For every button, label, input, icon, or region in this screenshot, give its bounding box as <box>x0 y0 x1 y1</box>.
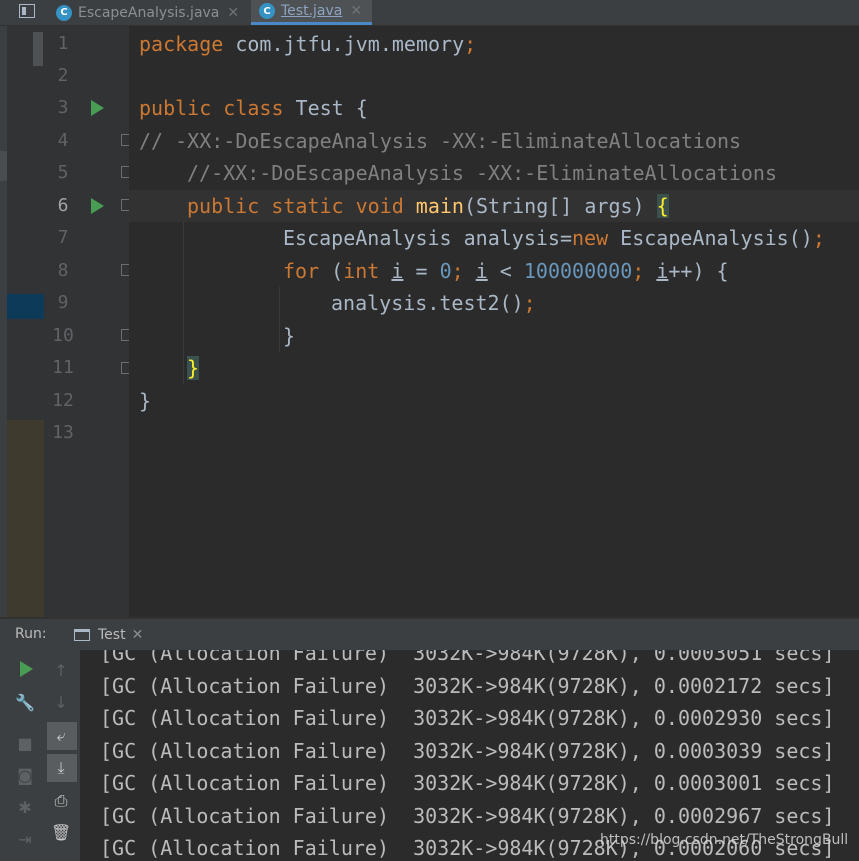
editor-gutter: 1 2 3 4 5 6 7 8 9 10 11 12 13 <box>7 26 133 617</box>
console-line: [GC (Allocation Failure) 3032K->984K(972… <box>100 804 835 828</box>
java-class-icon: C <box>56 4 72 21</box>
line-number-current: 6 <box>57 195 69 216</box>
console-line: [GC (Allocation Failure) 3032K->984K(972… <box>100 706 835 730</box>
matched-brace: } <box>187 356 200 380</box>
stop-icon[interactable]: ■ <box>15 734 35 754</box>
line-number: 1 <box>57 33 69 54</box>
line-number: 5 <box>57 162 69 183</box>
run-label: Run: <box>15 626 47 642</box>
print-icon[interactable]: ⎙ <box>51 791 71 811</box>
close-icon[interactable]: ✕ <box>227 5 239 21</box>
watermark: https://blog.csdn.net/TheStrongBull <box>600 832 849 848</box>
scrollbar-thumb[interactable] <box>33 32 43 66</box>
code-line-9: analysis.test2(); <box>331 291 536 315</box>
code-line-5: //-XX:-DoEscapeAnalysis -XX:-EliminateAl… <box>187 161 778 185</box>
line-number: 10 <box>52 325 74 346</box>
code-line-8: for (int i = 0; i < 100000000; i++) { <box>283 259 729 283</box>
code-line-10: } <box>283 324 296 348</box>
exit-icon[interactable]: ⇥ <box>15 830 35 850</box>
line-number: 3 <box>57 97 69 118</box>
trash-icon[interactable]: 🗑 <box>51 823 71 843</box>
code-line-7: EscapeAnalysis analysis=new EscapeAnalys… <box>283 226 825 250</box>
run-tab-label: Test <box>98 626 126 643</box>
line-number: 13 <box>52 422 74 443</box>
code-editor[interactable]: package com.jtfu.jvm.memory; public clas… <box>129 26 859 617</box>
arrow-down-icon[interactable]: ↓ <box>51 693 71 713</box>
tab-test[interactable]: C Test.java ✕ <box>251 0 372 25</box>
gutter-band <box>7 420 44 617</box>
line-number: 8 <box>57 260 69 281</box>
run-class-icon[interactable] <box>91 100 104 116</box>
console-icon <box>74 628 90 641</box>
run-toolbar: 🔧 ■ ◙ ✱ ⇥ <box>7 650 45 861</box>
line-number: 7 <box>57 227 69 248</box>
tab-label: EscapeAnalysis.java <box>78 4 220 21</box>
code-line-6: public static void main(String[] args) { <box>187 194 669 218</box>
scroll-to-end-icon: ⤓ <box>57 758 65 777</box>
line-number: 9 <box>57 292 69 313</box>
run-panel-header: Run: Test ✕ <box>0 619 859 650</box>
console-line: [GC (Allocation Failure) 3032K->984K(972… <box>100 739 835 763</box>
indent-guide <box>183 222 184 384</box>
java-class-icon: C <box>259 3 275 19</box>
gear-icon[interactable]: ✱ <box>15 798 35 818</box>
code-line-3: public class Test { <box>139 96 368 120</box>
console-output[interactable]: [GC (Allocation Failure) 3032K->984K(972… <box>80 650 859 861</box>
line-number: 4 <box>57 130 69 151</box>
code-line-11: } <box>187 352 200 384</box>
run-main-icon[interactable] <box>91 198 104 214</box>
line-number: 11 <box>52 357 74 378</box>
console-line: [GC (Allocation Failure) 3032K->984K(972… <box>100 771 835 795</box>
indent-guide <box>279 287 280 352</box>
wrench-icon[interactable]: 🔧 <box>15 693 35 713</box>
line-number: 12 <box>52 390 74 411</box>
arrow-up-icon[interactable]: ↑ <box>51 661 71 681</box>
camera-icon[interactable]: ◙ <box>15 766 35 786</box>
code-line-4: // -XX:-DoEscapeAnalysis -XX:-EliminateA… <box>139 129 742 153</box>
left-tool-strip <box>0 26 7 861</box>
close-icon[interactable]: ✕ <box>132 627 144 643</box>
tab-escapeanalysis[interactable]: C EscapeAnalysis.java ✕ <box>56 0 239 25</box>
tab-label: Test.java <box>281 3 343 19</box>
close-icon[interactable]: ✕ <box>350 3 362 19</box>
code-line-12: } <box>139 389 152 413</box>
console-toolbar: ↑ ↓ ⤶ ⤓ ⎙ 🗑 <box>45 650 80 861</box>
project-panel-icon[interactable] <box>19 4 35 18</box>
scroll-marker <box>7 294 44 319</box>
matched-brace: { <box>656 194 669 218</box>
editor-tab-bar: C EscapeAnalysis.java ✕ C Test.java ✕ <box>0 0 859 26</box>
tool-window-marker[interactable] <box>0 151 7 181</box>
rerun-icon[interactable] <box>20 661 33 677</box>
code-line-1: package com.jtfu.jvm.memory; <box>139 32 477 56</box>
run-tab-test[interactable]: Test ✕ <box>70 619 147 650</box>
line-number: 2 <box>57 65 69 86</box>
console-line: [GC (Allocation Failure) 3032K->984K(972… <box>100 674 835 698</box>
console-line: [GC (Allocation Failure) 3032K->984K(972… <box>100 650 835 665</box>
soft-wrap-icon: ⤶ <box>56 726 66 745</box>
